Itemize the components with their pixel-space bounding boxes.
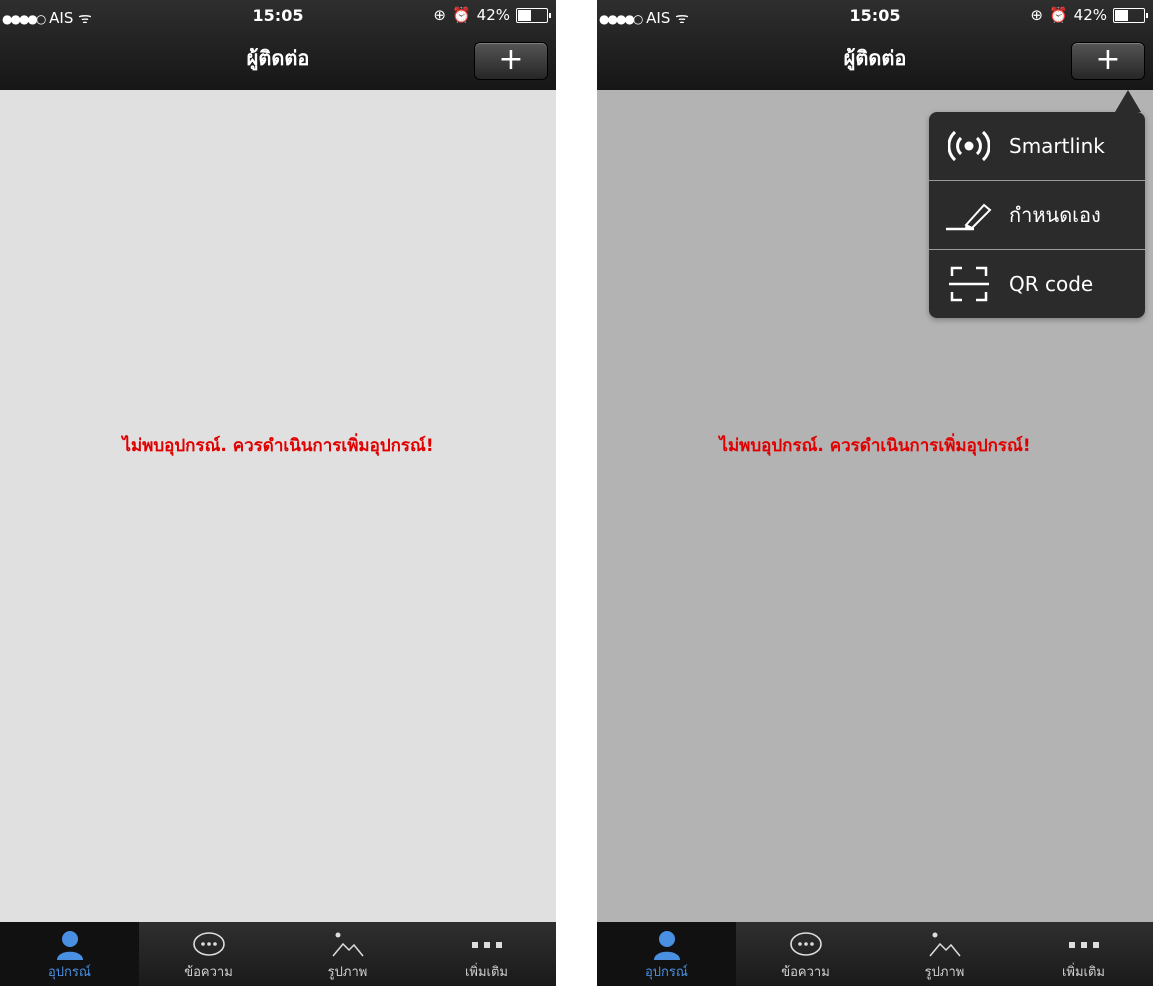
- tab-label: รูปภาพ: [924, 965, 965, 980]
- screen-device-list: ●●●●○ AIS ᯤ 15:05 ⊕ ⏰ 42% ผู้ติดต่อ + ไม…: [0, 0, 556, 986]
- pencil-icon: [929, 198, 1009, 232]
- menu-item-label: กำหนดเอง: [1009, 203, 1101, 227]
- empty-message: ไม่พบอุปกรณ์. ควรดำเนินการเพิ่มอุปกรณ์!: [719, 436, 1031, 456]
- tab-label: อุปกรณ์: [48, 965, 91, 980]
- chat-bubble-icon: [139, 930, 278, 960]
- broadcast-icon: [929, 129, 1009, 163]
- person-icon: [597, 930, 736, 960]
- tab-photos[interactable]: รูปภาพ: [875, 922, 1014, 986]
- rotation-lock-icon: ⊕: [1030, 6, 1043, 24]
- add-button[interactable]: +: [1071, 42, 1145, 80]
- tab-label: เพิ่มเติม: [1061, 965, 1106, 980]
- more-icon: [1014, 930, 1153, 960]
- battery-icon: [1113, 7, 1148, 23]
- nav-bar: ●●●●○ AIS ᯤ 15:05 ⊕ ⏰ 42% ผู้ติดต่อ +: [597, 0, 1153, 90]
- page-title: ผู้ติดต่อ: [246, 46, 310, 70]
- status-right: ⊕ ⏰ 42%: [1030, 6, 1148, 24]
- menu-item-label: Smartlink: [1009, 134, 1105, 158]
- menu-item-manual[interactable]: กำหนดเอง: [929, 180, 1145, 249]
- tab-bar: อุปกรณ์ ข้อความ รูปภาพ เพิ่มเติม: [0, 922, 556, 986]
- nav-bar: ●●●●○ AIS ᯤ 15:05 ⊕ ⏰ 42% ผู้ติดต่อ +: [0, 0, 556, 90]
- empty-message: ไม่พบอุปกรณ์. ควรดำเนินการเพิ่มอุปกรณ์!: [122, 436, 434, 456]
- alarm-icon: ⏰: [451, 6, 471, 24]
- tab-devices[interactable]: อุปกรณ์: [0, 922, 139, 986]
- status-bar: ●●●●○ AIS ᯤ 15:05 ⊕ ⏰ 42%: [0, 0, 556, 30]
- tab-label: ข้อความ: [781, 965, 830, 980]
- tab-label: อุปกรณ์: [645, 965, 688, 980]
- status-right: ⊕ ⏰ 42%: [433, 6, 551, 24]
- person-icon: [0, 930, 139, 960]
- add-button[interactable]: +: [474, 42, 548, 80]
- screen-device-list-menu-open: ●●●●○ AIS ᯤ 15:05 ⊕ ⏰ 42% ผู้ติดต่อ + ไม…: [597, 0, 1153, 986]
- rotation-lock-icon: ⊕: [433, 6, 446, 24]
- menu-item-label: QR code: [1009, 272, 1094, 296]
- status-bar: ●●●●○ AIS ᯤ 15:05 ⊕ ⏰ 42%: [597, 0, 1153, 30]
- image-icon: [875, 930, 1014, 960]
- battery-icon: [516, 7, 551, 23]
- menu-item-qr[interactable]: QR code: [929, 249, 1145, 318]
- tab-more[interactable]: เพิ่มเติม: [417, 922, 556, 986]
- tab-label: เพิ่มเติม: [464, 965, 509, 980]
- qr-scan-icon: [929, 264, 1009, 304]
- menu-item-smartlink[interactable]: Smartlink: [929, 112, 1145, 180]
- battery-percent: 42%: [476, 6, 510, 24]
- chat-bubble-icon: [736, 930, 875, 960]
- tab-messages[interactable]: ข้อความ: [139, 922, 278, 986]
- tab-label: รูปภาพ: [327, 965, 368, 980]
- alarm-icon: ⏰: [1048, 6, 1068, 24]
- page-title: ผู้ติดต่อ: [843, 46, 907, 70]
- tab-messages[interactable]: ข้อความ: [736, 922, 875, 986]
- add-device-menu: Smartlink กำหนดเอง QR code: [929, 90, 1145, 318]
- tab-label: ข้อความ: [184, 965, 233, 980]
- more-icon: [417, 930, 556, 960]
- tab-devices[interactable]: อุปกรณ์: [597, 922, 736, 986]
- tab-photos[interactable]: รูปภาพ: [278, 922, 417, 986]
- tab-bar: อุปกรณ์ ข้อความ รูปภาพ เพิ่มเติม: [597, 922, 1153, 986]
- tab-more[interactable]: เพิ่มเติม: [1014, 922, 1153, 986]
- image-icon: [278, 930, 417, 960]
- battery-percent: 42%: [1073, 6, 1107, 24]
